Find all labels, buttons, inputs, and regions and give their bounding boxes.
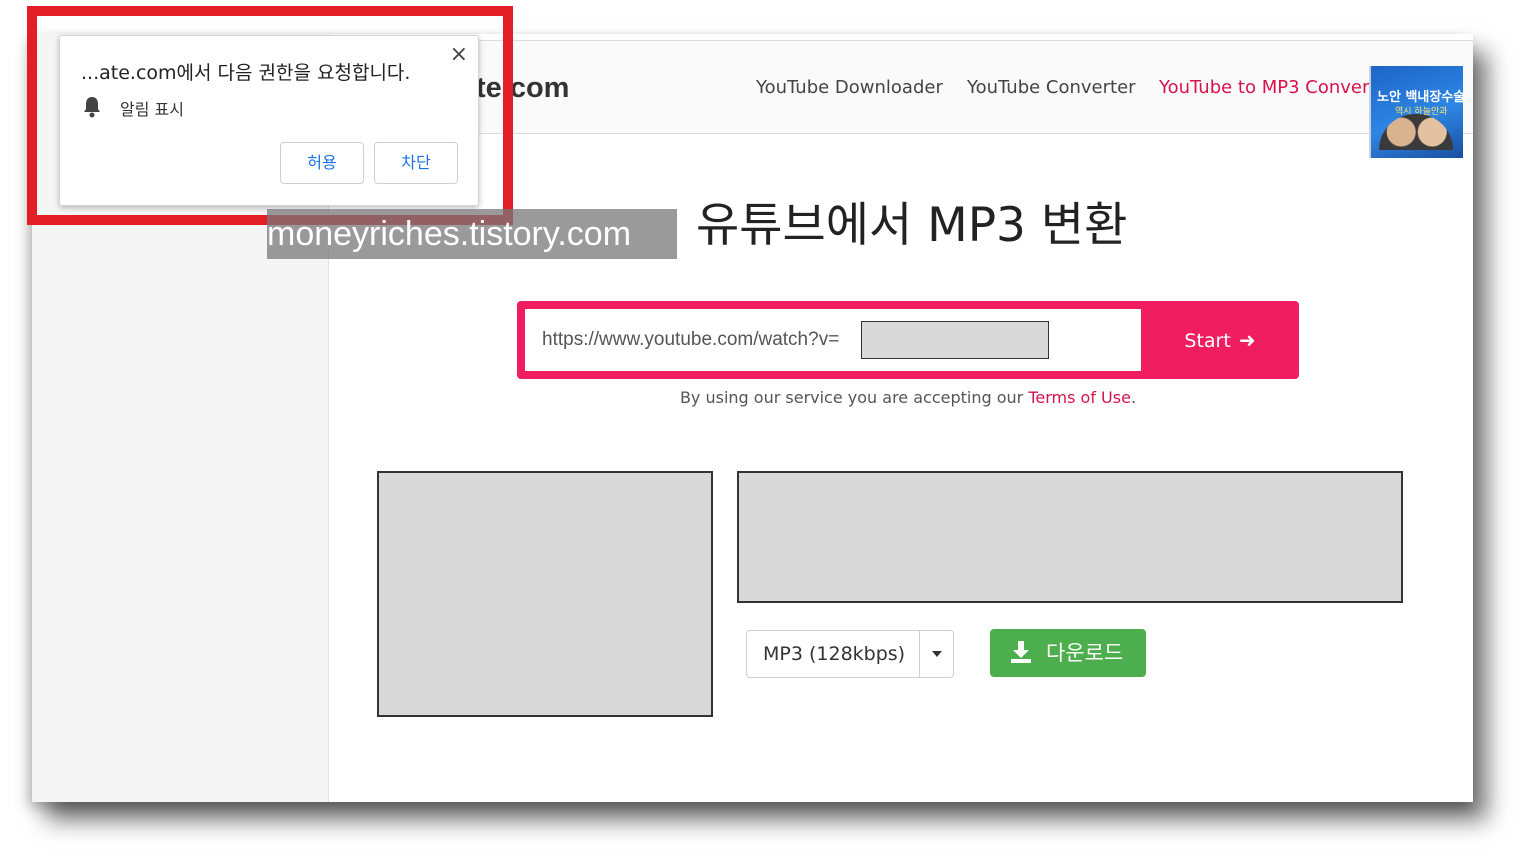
- caret-down-icon: [932, 651, 942, 657]
- download-icon: [1011, 641, 1031, 663]
- ad-photo: [1379, 114, 1453, 150]
- nav-youtube-downloader[interactable]: YouTube Downloader: [756, 74, 943, 102]
- permission-item-notifications: 알림 표시: [120, 100, 184, 119]
- terms-prefix: By using our service you are accepting o…: [679, 388, 1029, 407]
- format-select-value: MP3 (128kbps): [763, 643, 906, 665]
- url-input[interactable]: https://www.youtube.com/watch?v=: [525, 309, 1141, 371]
- page-title: 유튜브에서 MP3 변환: [696, 198, 1128, 253]
- download-button[interactable]: 다운로드: [990, 629, 1146, 677]
- url-redaction-box: [861, 321, 1049, 359]
- ad-banner[interactable]: 노안 백내장수술 역시 하늘안과: [1369, 66, 1463, 158]
- terms-suffix: .: [1130, 388, 1137, 407]
- format-select-toggle[interactable]: [919, 631, 953, 677]
- start-button[interactable]: Start ➜: [1141, 301, 1299, 379]
- arrow-right-icon: ➜: [1238, 328, 1256, 352]
- bell-icon: [84, 97, 100, 118]
- site-logo[interactable]: te.com: [476, 68, 569, 108]
- block-button[interactable]: 차단: [374, 142, 458, 184]
- video-info-placeholder: [737, 471, 1403, 603]
- permission-popup: ...ate.com에서 다음 권한을 요청합니다. × 알림 표시 허용 차단: [59, 35, 479, 206]
- ad-title: 노안 백내장수술: [1377, 90, 1463, 105]
- watermark-text: moneyriches.tistory.com: [267, 209, 677, 259]
- video-thumbnail-placeholder: [377, 471, 713, 717]
- permission-title: ...ate.com에서 다음 권한을 요청합니다.: [81, 62, 411, 84]
- nav-youtube-to-mp3[interactable]: YouTube to MP3 Converte: [1159, 74, 1388, 102]
- format-select[interactable]: MP3 (128kbps): [746, 630, 954, 678]
- terms-notice: By using our service you are accepting o…: [628, 388, 1188, 407]
- close-icon[interactable]: ×: [450, 42, 468, 67]
- nav-youtube-converter[interactable]: YouTube Converter: [967, 74, 1136, 102]
- download-label: 다운로드: [1046, 641, 1124, 665]
- url-search-form: https://www.youtube.com/watch?v= Start ➜: [517, 301, 1299, 379]
- terms-of-use-link[interactable]: Terms of Use: [1028, 388, 1131, 407]
- allow-button[interactable]: 허용: [280, 142, 364, 184]
- start-label: Start: [1184, 330, 1231, 352]
- url-input-value: https://www.youtube.com/watch?v=: [542, 329, 840, 350]
